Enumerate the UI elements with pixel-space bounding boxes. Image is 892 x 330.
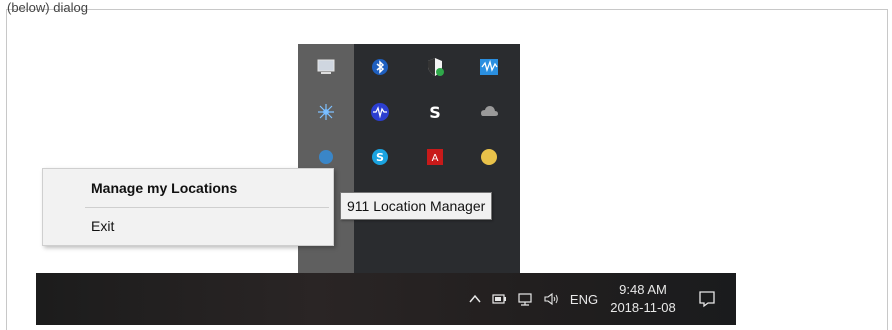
adobe-icon[interactable]: A — [411, 134, 459, 179]
display-icon[interactable] — [302, 44, 350, 89]
volume-icon[interactable] — [538, 273, 564, 325]
bluetooth-icon[interactable] — [357, 44, 405, 89]
audio-wave-icon[interactable] — [357, 89, 405, 134]
language-indicator[interactable]: ENG — [564, 292, 604, 307]
s-app-icon[interactable]: S — [411, 89, 459, 134]
menu-item-manage-locations[interactable]: Manage my Locations — [43, 171, 333, 205]
clock[interactable]: 9:48 AM 2018-11-08 — [604, 281, 682, 317]
skype-icon[interactable]: S — [357, 134, 405, 179]
show-desktop-edge[interactable] — [732, 273, 736, 325]
taskbar: ENG 9:48 AM 2018-11-08 — [36, 273, 736, 325]
cloud-icon[interactable] — [466, 89, 514, 134]
menu-separator — [85, 207, 329, 208]
flyout-row — [298, 44, 520, 89]
menu-item-exit[interactable]: Exit — [43, 209, 333, 243]
svg-text:A: A — [431, 153, 438, 164]
flyout-row: S — [298, 89, 520, 134]
network-star-icon[interactable] — [302, 89, 350, 134]
smile-icon[interactable] — [466, 134, 514, 179]
shield-icon[interactable] — [411, 44, 459, 89]
caption: (below) dialog — [7, 0, 88, 15]
tooltip: 911 Location Manager — [340, 192, 493, 220]
svg-text:S: S — [376, 151, 384, 164]
network-icon[interactable] — [512, 273, 538, 325]
clock-time: 9:48 AM — [619, 282, 667, 297]
context-menu: Manage my Locations Exit — [42, 168, 334, 246]
chevron-up-icon[interactable] — [464, 292, 486, 306]
waves-monitor-icon[interactable] — [466, 44, 514, 89]
notification-area: ENG 9:48 AM 2018-11-08 — [464, 273, 736, 325]
action-center-icon[interactable] — [682, 289, 732, 309]
svg-text:S: S — [429, 103, 441, 122]
battery-icon[interactable] — [486, 273, 512, 325]
clock-date: 2018-11-08 — [610, 300, 676, 315]
